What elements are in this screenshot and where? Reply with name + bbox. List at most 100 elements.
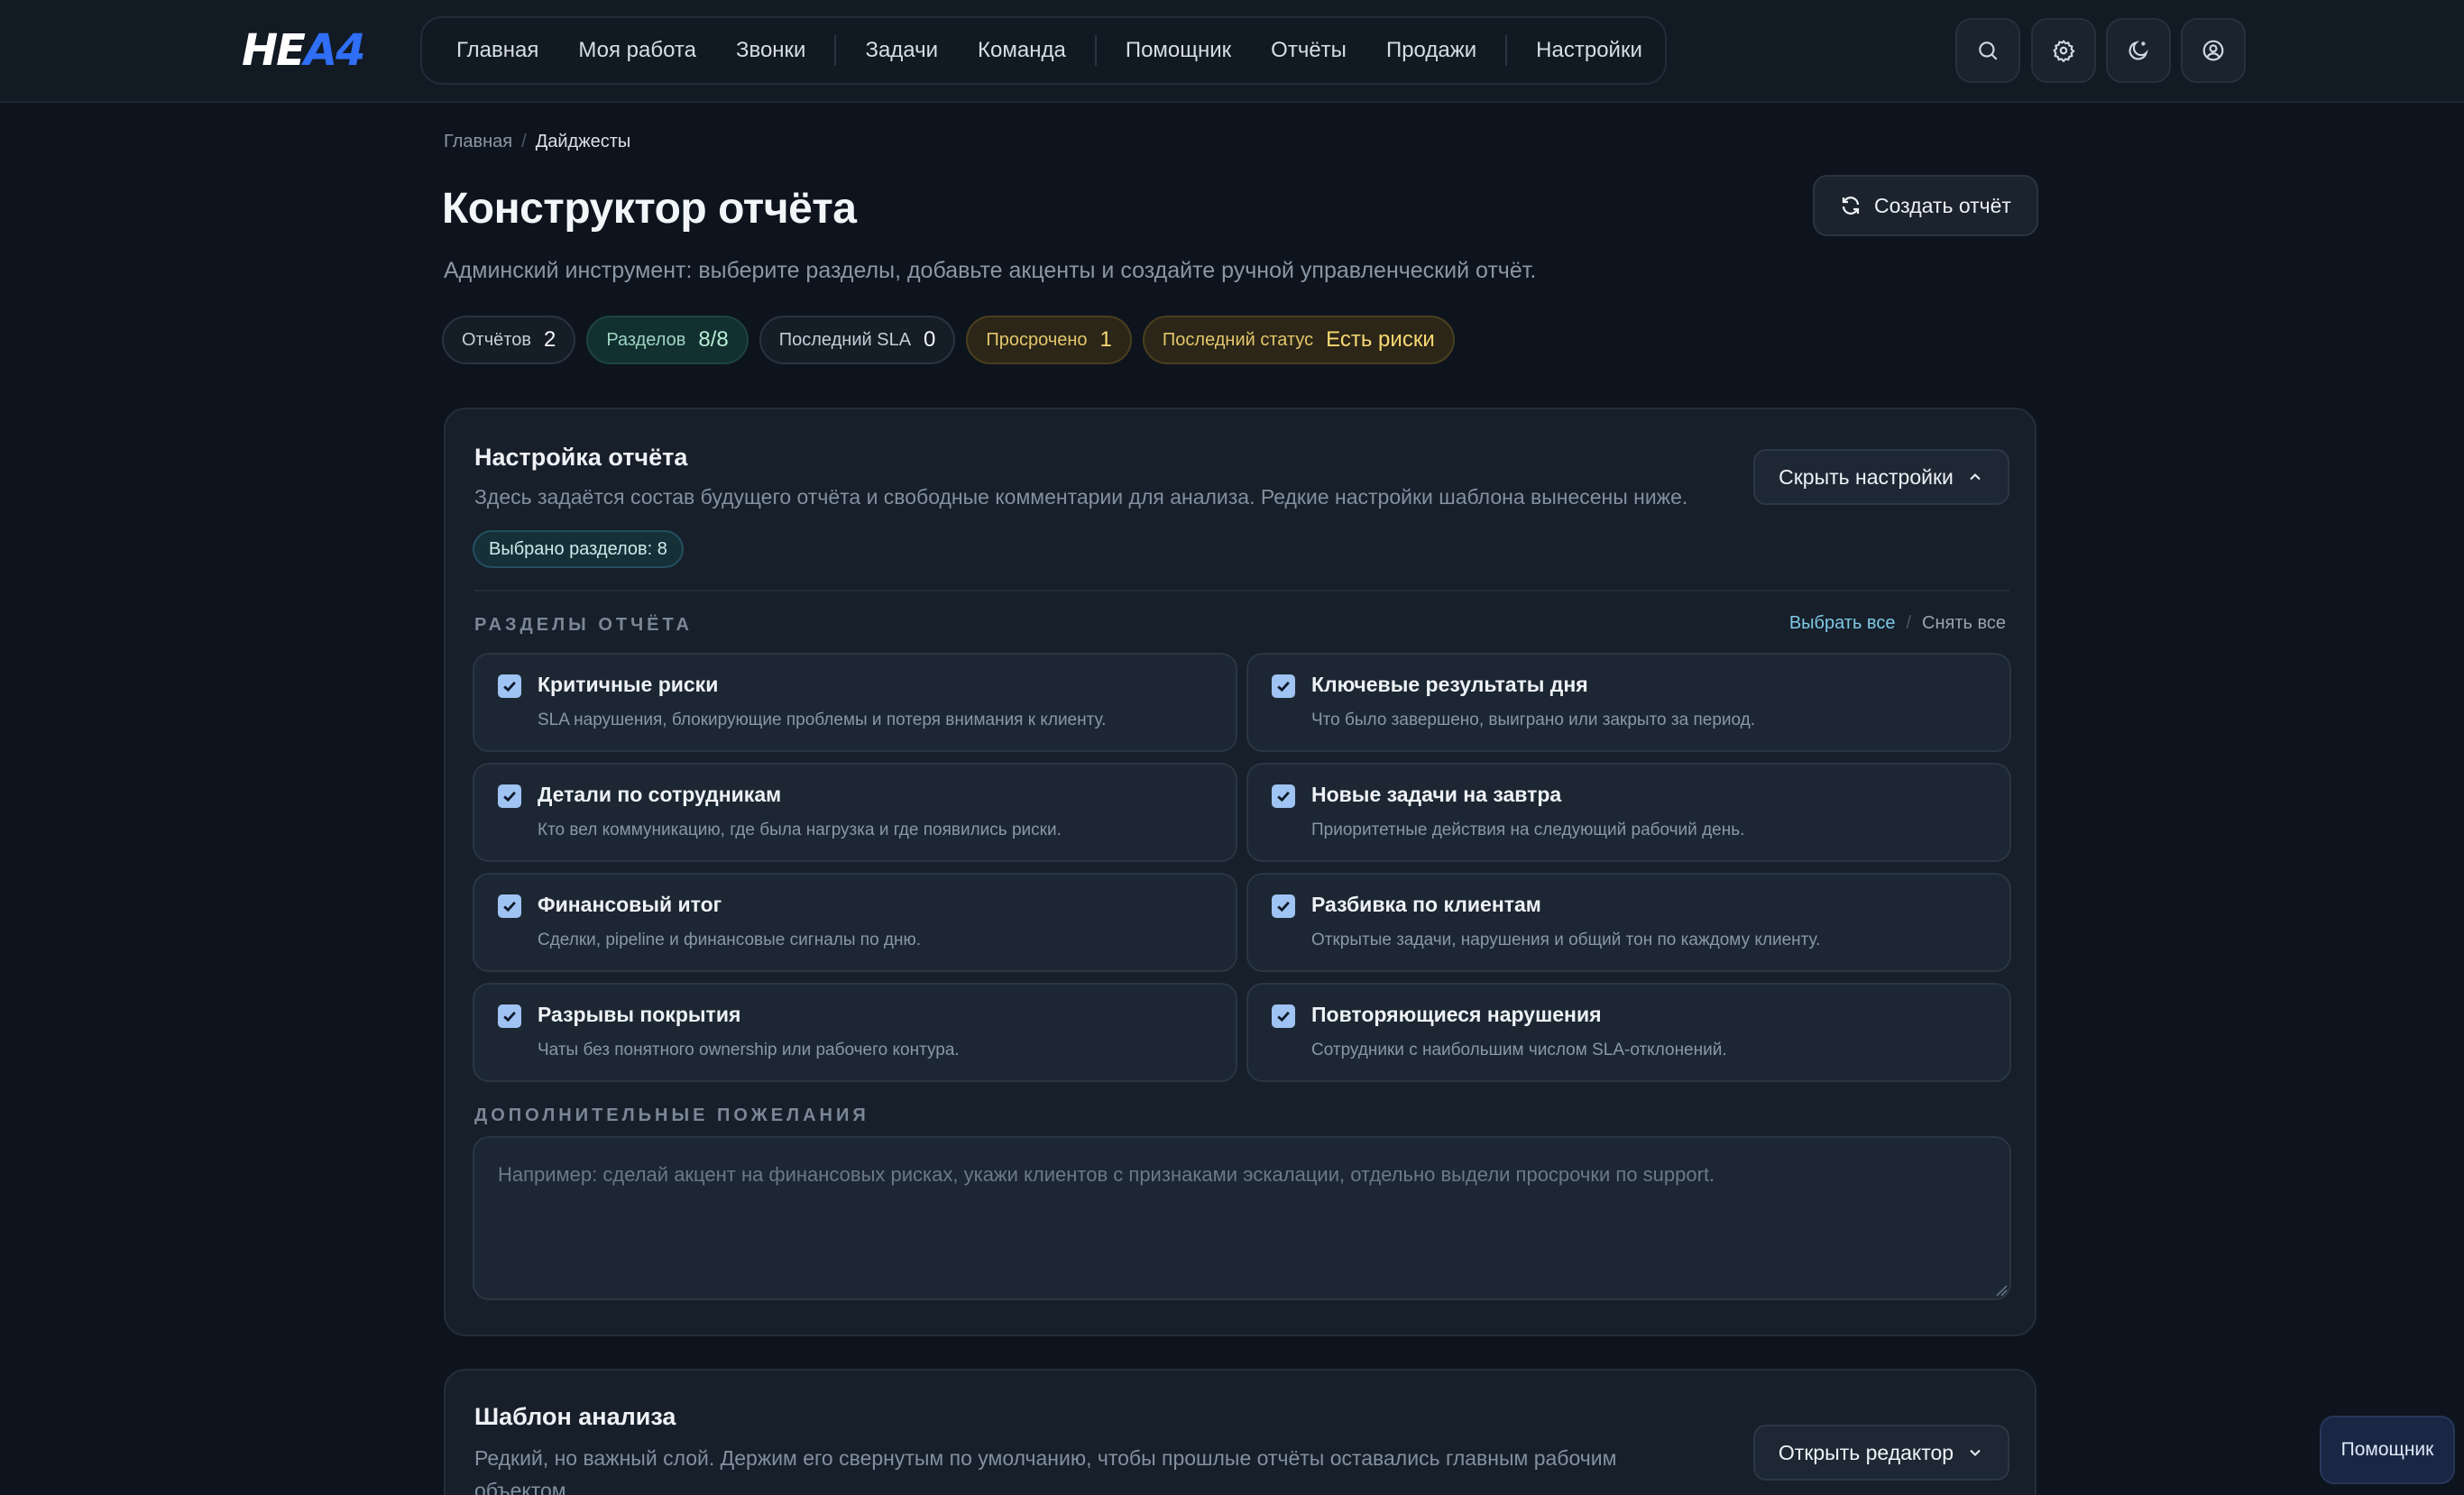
stat-label: Просрочено bbox=[986, 329, 1088, 350]
option-description: Чаты без понятного ownership или рабочег… bbox=[538, 1041, 960, 1059]
search-button[interactable] bbox=[1955, 18, 2020, 83]
option-description: Сделки, pipeline и финансовые сигналы по… bbox=[538, 931, 922, 949]
breadcrumb-home-link[interactable]: Главная bbox=[444, 132, 512, 152]
section-option-repeated-violations[interactable]: Повторяющиеся нарушения Сотрудники с наи… bbox=[1246, 983, 2011, 1082]
option-description: Открытые задачи, нарушения и общий тон п… bbox=[1311, 931, 1821, 949]
checkbox-checked[interactable] bbox=[498, 784, 521, 808]
stat-last-sla: Последний SLA 0 bbox=[759, 316, 956, 364]
analysis-template-card: Шаблон анализа Редкий, но важный слой. Д… bbox=[444, 1369, 2036, 1495]
nav-divider bbox=[1094, 35, 1097, 66]
nav-item-reports[interactable]: Отчёты bbox=[1251, 16, 1366, 85]
report-settings-card: Настройка отчёта Здесь задаётся состав б… bbox=[444, 408, 2036, 1336]
nav-item-settings[interactable]: Настройки bbox=[1516, 16, 1662, 85]
create-report-button[interactable]: Создать отчёт bbox=[1813, 175, 2038, 236]
section-option-critical-risks[interactable]: Критичные риски SLA нарушения, блокирующ… bbox=[473, 653, 1237, 752]
hide-settings-button[interactable]: Скрыть настройки bbox=[1753, 449, 2009, 505]
select-all-link[interactable]: Выбрать все bbox=[1789, 613, 1896, 634]
checkmark-icon bbox=[1277, 901, 1290, 913]
option-title: Новые задачи на завтра bbox=[1311, 783, 1562, 806]
nav-item-sales[interactable]: Продажи bbox=[1366, 16, 1496, 85]
stat-value: 1 bbox=[1099, 327, 1112, 352]
template-subtitle-line1: Редкий, но важный слой. Держим его сверн… bbox=[474, 1446, 1617, 1470]
option-title: Разбивка по клиентам bbox=[1311, 893, 1541, 916]
checkbox-checked[interactable] bbox=[1272, 894, 1295, 918]
option-title: Критичные риски bbox=[538, 673, 719, 696]
checkbox-checked[interactable] bbox=[498, 894, 521, 918]
checkbox-checked[interactable] bbox=[498, 674, 521, 698]
chevron-up-icon bbox=[1970, 473, 1981, 481]
stat-value: 0 bbox=[924, 327, 936, 352]
open-editor-button[interactable]: Открыть редактор bbox=[1753, 1425, 2009, 1481]
logo-part2: А4 bbox=[303, 25, 366, 76]
user-circle-icon bbox=[2202, 40, 2224, 61]
option-description: SLA нарушения, блокирующие проблемы и по… bbox=[538, 711, 1107, 729]
nav-item-my-work[interactable]: Моя работа bbox=[558, 16, 716, 85]
stat-label: Последний SLA bbox=[778, 329, 912, 350]
stat-label: Отчётов bbox=[462, 329, 531, 350]
search-icon bbox=[1979, 41, 1998, 60]
stat-last-status: Последний статус Есть риски bbox=[1142, 316, 1455, 364]
checkbox-checked[interactable] bbox=[1272, 674, 1295, 698]
checkmark-icon bbox=[503, 791, 516, 803]
selection-links: Выбрать все / Снять все bbox=[1789, 613, 2006, 634]
selected-sections-badge: Выбрано разделов: 8 bbox=[473, 530, 684, 568]
wishes-label: ДОПОЛНИТЕЛЬНЫЕ ПОЖЕЛАНИЯ bbox=[474, 1105, 869, 1125]
open-editor-label: Открыть редактор bbox=[1778, 1440, 1954, 1464]
template-title: Шаблон анализа bbox=[474, 1403, 676, 1430]
divider bbox=[474, 590, 2009, 592]
checkmark-icon bbox=[1277, 681, 1290, 692]
sections-label: РАЗДЕЛЫ ОТЧЁТА bbox=[474, 615, 693, 635]
theme-moon-icon bbox=[2128, 41, 2148, 60]
nav-item-home[interactable]: Главная bbox=[437, 16, 558, 85]
checkbox-checked[interactable] bbox=[1272, 1004, 1295, 1028]
nav-divider bbox=[834, 35, 837, 66]
checkmark-icon bbox=[503, 901, 516, 913]
checkbox-checked[interactable] bbox=[498, 1004, 521, 1028]
settings-button[interactable] bbox=[2031, 18, 2096, 83]
chevron-down-icon bbox=[1970, 1449, 1981, 1456]
assistant-floating-button[interactable]: Помощник bbox=[2320, 1416, 2455, 1484]
top-bar: НЕА4 Главная Моя работа Звонки Задачи Ко… bbox=[0, 0, 2464, 103]
links-separator: / bbox=[1906, 613, 1912, 633]
option-title: Повторяющиеся нарушения bbox=[1311, 1003, 1602, 1026]
section-option-key-results[interactable]: Ключевые результаты дня Что было заверше… bbox=[1246, 653, 2011, 752]
settings-subtitle: Здесь задаётся состав будущего отчёта и … bbox=[474, 485, 1688, 509]
create-report-label: Создать отчёт bbox=[1874, 193, 2011, 217]
option-description: Приоритетные действия на следующий рабоч… bbox=[1311, 821, 1745, 839]
settings-title: Настройка отчёта bbox=[474, 444, 688, 471]
checkmark-icon bbox=[503, 1011, 516, 1023]
profile-button[interactable] bbox=[2181, 18, 2246, 83]
option-title: Детали по сотрудникам bbox=[538, 783, 782, 806]
section-option-financial-summary[interactable]: Финансовый итог Сделки, pipeline и финан… bbox=[473, 873, 1237, 972]
section-option-coverage-gaps[interactable]: Разрывы покрытия Чаты без понятного owne… bbox=[473, 983, 1237, 1082]
resize-handle-icon[interactable] bbox=[1995, 1284, 2008, 1297]
section-option-tomorrow-tasks[interactable]: Новые задачи на завтра Приоритетные дейс… bbox=[1246, 763, 2011, 862]
hide-settings-label: Скрыть настройки bbox=[1779, 464, 1954, 489]
wishes-textarea[interactable] bbox=[473, 1136, 2011, 1300]
nav-item-calls[interactable]: Звонки bbox=[716, 16, 825, 85]
stat-overdue: Просрочено 1 bbox=[966, 316, 1132, 364]
nav-item-tasks[interactable]: Задачи bbox=[845, 16, 958, 85]
stat-value: Есть риски bbox=[1326, 327, 1435, 352]
section-option-employee-details[interactable]: Детали по сотрудникам Кто вел коммуникац… bbox=[473, 763, 1237, 862]
gear-icon bbox=[2053, 40, 2075, 62]
breadcrumb-separator: / bbox=[521, 132, 527, 151]
option-title: Ключевые результаты дня bbox=[1311, 673, 1588, 696]
breadcrumb: Главная / Дайджесты bbox=[444, 132, 630, 152]
section-option-client-breakdown[interactable]: Разбивка по клиентам Открытые задачи, на… bbox=[1246, 873, 2011, 972]
nav-item-assistant[interactable]: Помощник bbox=[1106, 16, 1251, 85]
nav-divider bbox=[1505, 35, 1508, 66]
option-title: Разрывы покрытия bbox=[538, 1003, 741, 1026]
option-description: Сотрудники с наибольшим числом SLA-откло… bbox=[1311, 1041, 1727, 1059]
logo[interactable]: НЕА4 bbox=[242, 25, 366, 76]
breadcrumb-current: Дайджесты bbox=[535, 132, 631, 151]
refresh-icon bbox=[1842, 197, 1860, 215]
checkmark-icon bbox=[1277, 1011, 1290, 1023]
page-title: Конструктор отчёта bbox=[442, 185, 857, 233]
theme-toggle-button[interactable] bbox=[2106, 18, 2171, 83]
clear-all-link[interactable]: Снять все bbox=[1922, 613, 2006, 634]
sections-grid: Критичные риски SLA нарушения, блокирующ… bbox=[473, 653, 2011, 1082]
checkbox-checked[interactable] bbox=[1272, 784, 1295, 808]
page-description: Админский инструмент: выберите разделы, … bbox=[444, 258, 1537, 283]
nav-item-team[interactable]: Команда bbox=[958, 16, 1086, 85]
